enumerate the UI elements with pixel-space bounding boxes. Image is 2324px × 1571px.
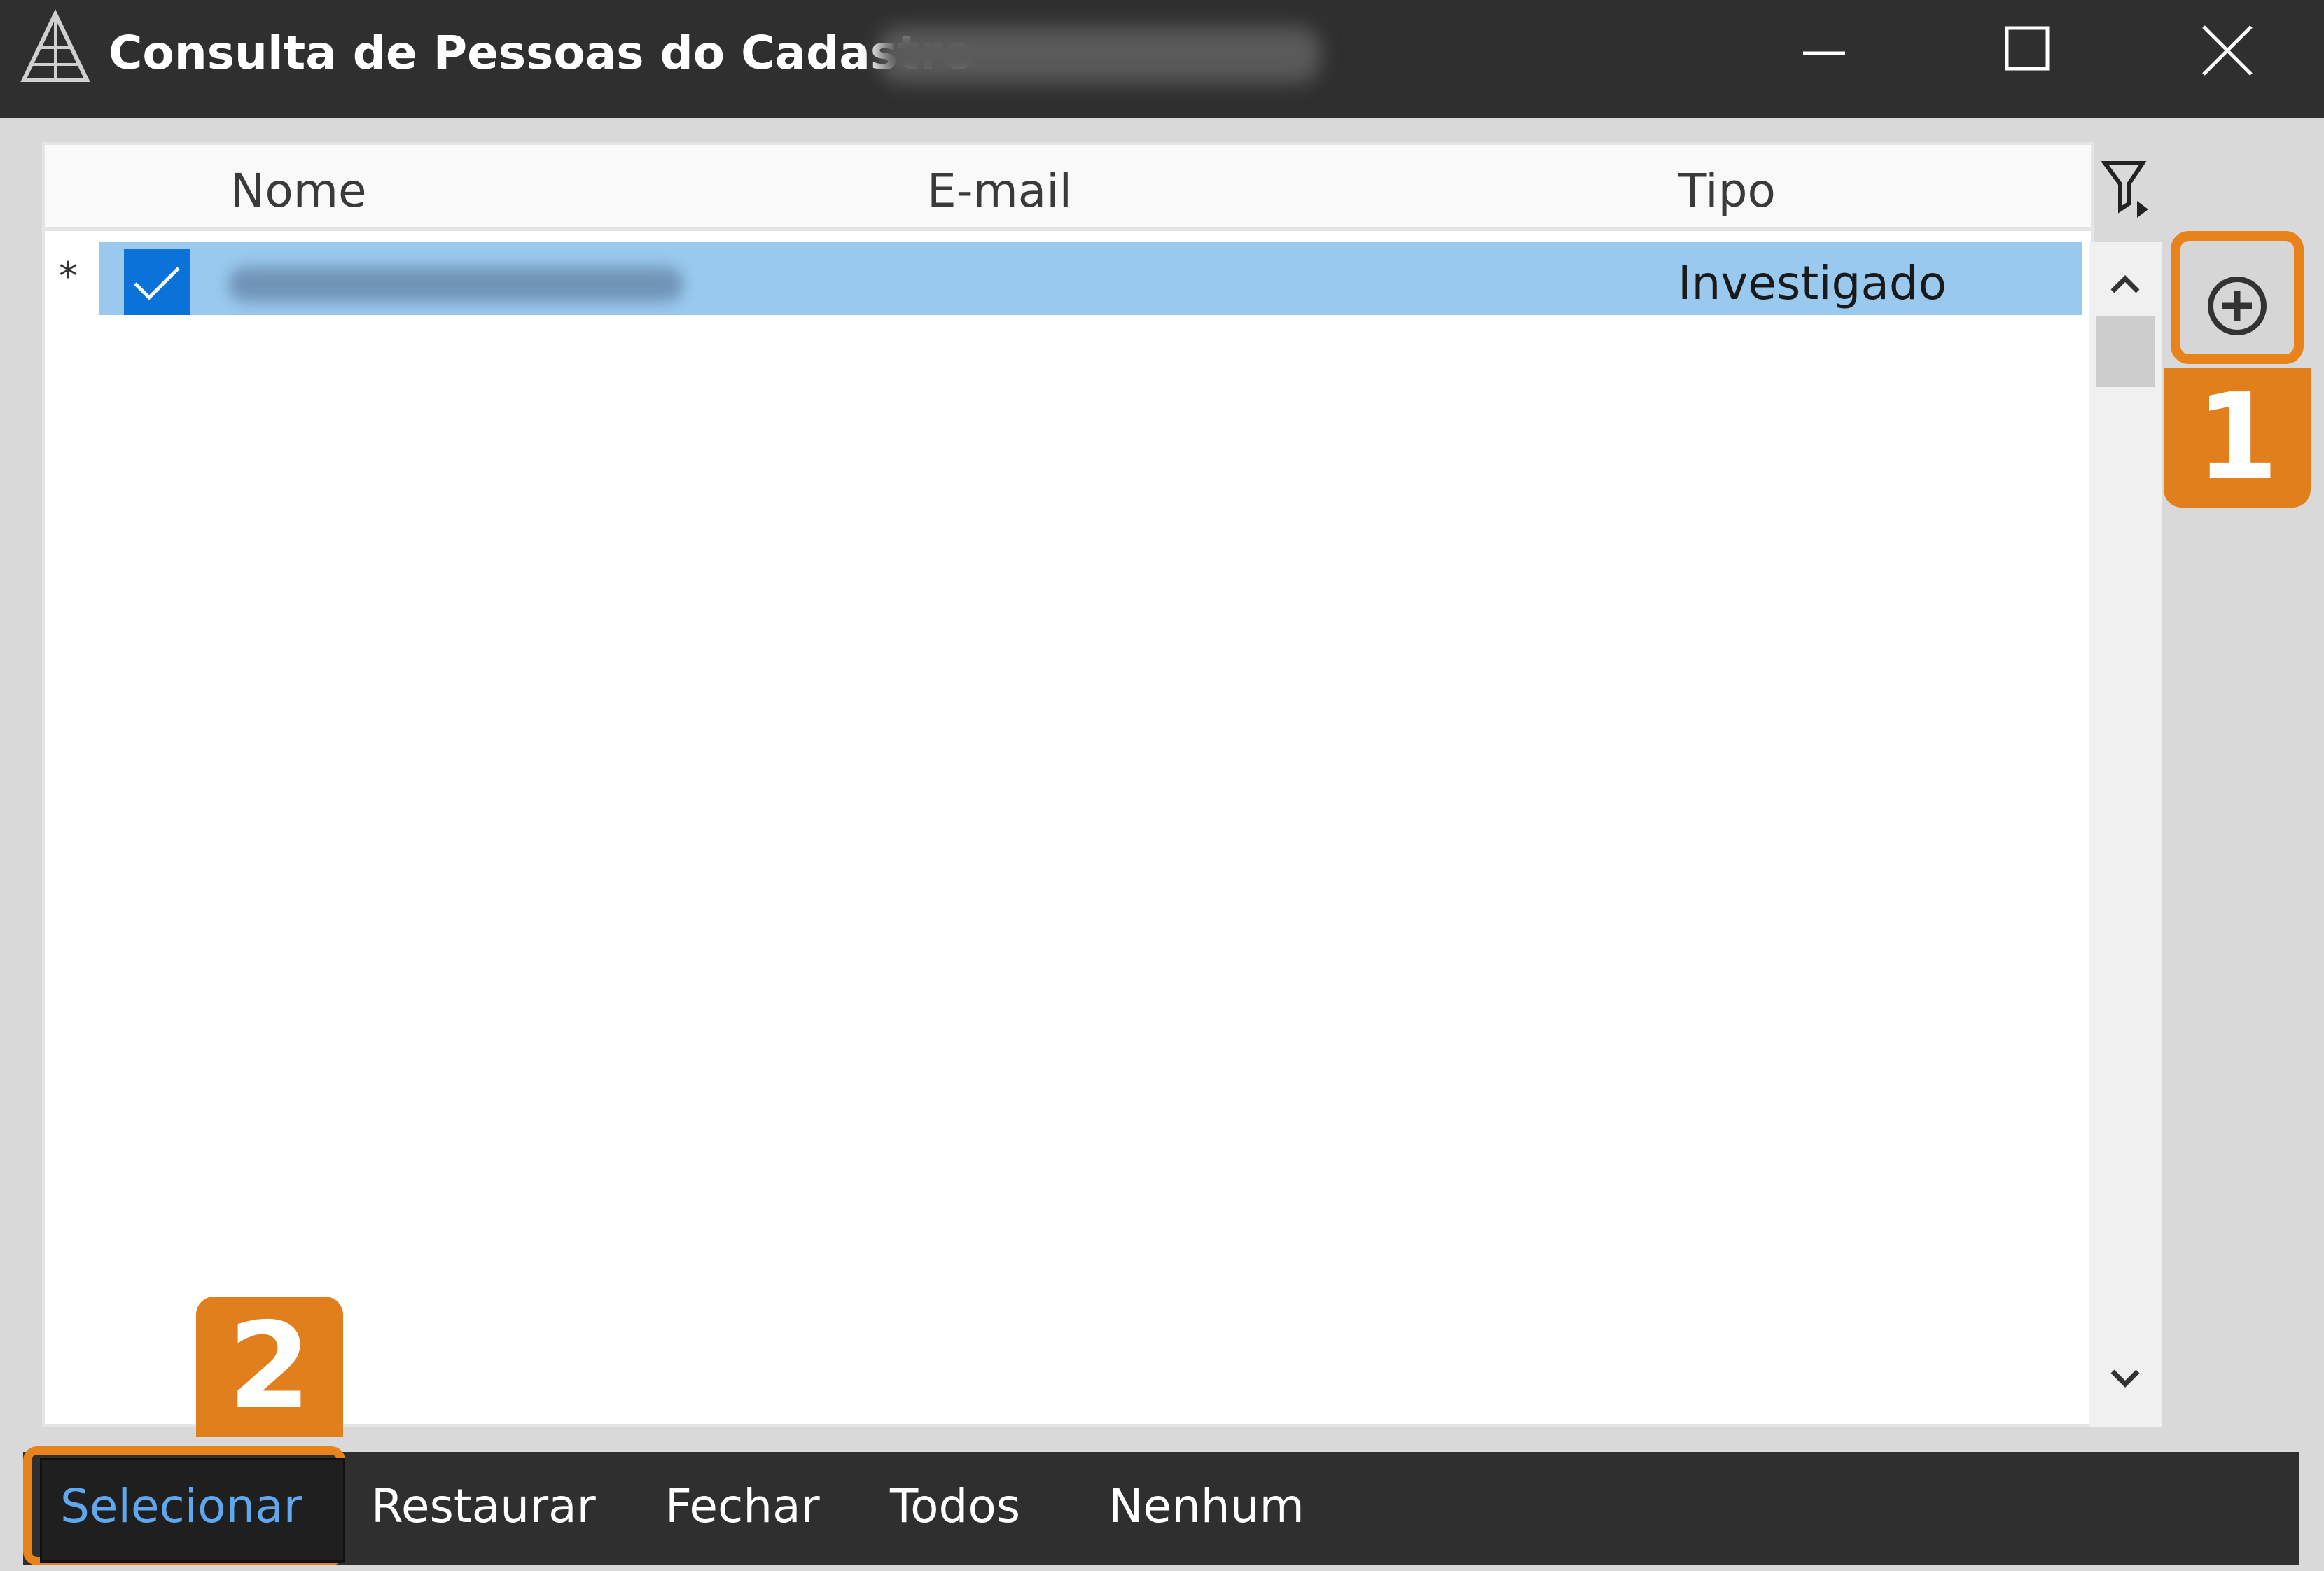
redacted-name-cell [228, 267, 683, 302]
app-logo-icon [20, 9, 90, 82]
table-row[interactable]: * Investigado [45, 242, 2082, 315]
maximize-icon[interactable] [1980, 13, 2071, 97]
todos-button[interactable]: Todos [890, 1472, 1020, 1542]
title-bar: Consulta de Pessoas do Cadastro [0, 0, 2324, 118]
people-grid[interactable]: Nome E-mail Tipo * Investigado [42, 142, 2094, 1427]
add-person-button[interactable] [2171, 231, 2304, 364]
plus-circle-icon [2208, 277, 2267, 335]
minimize-icon[interactable] [1779, 13, 1870, 97]
tipo-cell: Investigado [1678, 256, 1947, 310]
column-header-nome[interactable]: Nome [230, 163, 367, 219]
grid-header: Nome E-mail Tipo [45, 145, 2091, 231]
row-marker: * [59, 254, 78, 298]
fechar-button[interactable]: Fechar [665, 1472, 820, 1542]
step-badge-2: 2 [196, 1297, 343, 1437]
redacted-title-suffix [879, 27, 1320, 83]
step-badge-1: 1 [2164, 368, 2311, 508]
close-icon[interactable] [2181, 13, 2272, 97]
column-header-email[interactable]: E-mail [927, 163, 1072, 219]
bottom-toolbar: Selecionar Restaurar Fechar Todos Nenhum [23, 1446, 2299, 1565]
filter-icon[interactable] [2101, 158, 2157, 221]
scroll-thumb[interactable] [2096, 316, 2155, 387]
scroll-down-icon[interactable] [2089, 1348, 2162, 1411]
vertical-scrollbar[interactable] [2089, 242, 2162, 1427]
scroll-up-icon[interactable] [2089, 252, 2162, 315]
nenhum-button[interactable]: Nenhum [1108, 1472, 1304, 1542]
column-header-tipo[interactable]: Tipo [1678, 163, 1776, 219]
row-checkbox[interactable] [124, 249, 190, 315]
window-title: Consulta de Pessoas do Cadastro [109, 26, 975, 80]
restaurar-button[interactable]: Restaurar [371, 1472, 596, 1542]
selecionar-button[interactable]: Selecionar [60, 1472, 302, 1542]
